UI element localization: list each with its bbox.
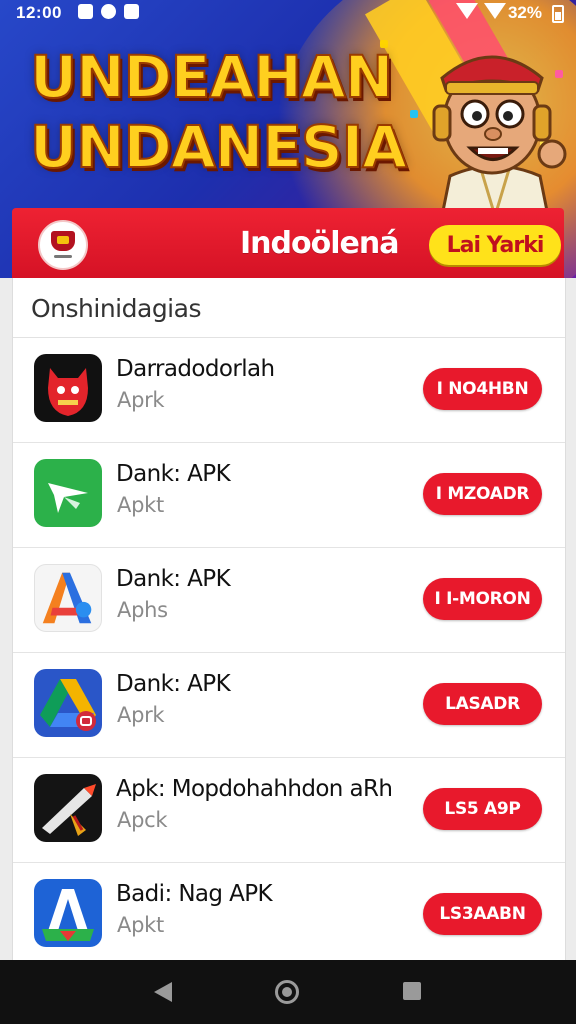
app-name: Dank: APK (116, 461, 231, 487)
list-item[interactable]: Badi: Nag APK Apkt LS3AABN (13, 863, 565, 968)
status-time: 12:00 (16, 3, 62, 22)
navigation-bar (0, 960, 576, 1024)
app-name: Dank: APK (116, 566, 231, 592)
battery-percent: 32% (507, 3, 542, 22)
status-bar: 12:00 32% (0, 0, 576, 26)
hero-title-line2: UNDANESIA (29, 112, 408, 182)
app-subtitle: Apck (117, 808, 168, 832)
hero-title: UNDEAHAN UNDANESIA (29, 42, 408, 182)
list-item[interactable]: Dank: APK Aprk LASADR (13, 653, 565, 758)
confetti-decoration (410, 110, 418, 118)
brand-logo-icon[interactable] (38, 220, 88, 270)
green-plane-app-icon (34, 459, 102, 527)
image-notification-icon (124, 4, 139, 19)
photo-notification-icon (78, 4, 93, 19)
app-list-card: Onshinidagias Darradodorlah Aprk I NO4HB… (12, 278, 566, 962)
back-icon[interactable] (154, 982, 172, 1002)
mascot-character-icon (432, 55, 567, 216)
signal-icon (484, 3, 506, 19)
download-button[interactable]: I MZOADR (423, 473, 542, 515)
app-name: Darradodorlah (116, 356, 275, 382)
red-devil-app-icon (34, 354, 102, 422)
brand-bar: Indoölená Lai Yarki (12, 208, 564, 278)
list-item[interactable]: Dank: APK Aphs I I-MORON (13, 548, 565, 653)
battery-icon (552, 5, 564, 23)
blue-a-frame-app-icon (34, 879, 102, 947)
list-item[interactable]: Dank: APK Apkt I MZOADR (13, 443, 565, 548)
app-subtitle: Apkt (117, 913, 164, 937)
app-name: Apk: Mopdohahhdon aRh (116, 776, 393, 802)
brand-name: Indoölená (240, 226, 399, 261)
alert-notification-icon (101, 4, 116, 19)
pen-tool-app-icon (34, 774, 102, 842)
colorful-a-app-icon (34, 564, 102, 632)
home-icon[interactable] (275, 980, 299, 1004)
app-subtitle: Aphs (117, 598, 168, 622)
recent-apps-icon[interactable] (403, 982, 421, 1000)
list-item[interactable]: Darradodorlah Aprk I NO4HBN (13, 338, 565, 443)
download-button[interactable]: I NO4HBN (423, 368, 542, 410)
list-item[interactable]: Apk: Mopdohahhdon aRh Apck LS5 A9P (13, 758, 565, 863)
wifi-icon (456, 3, 478, 19)
hero-title-line1: UNDEAHAN (29, 42, 394, 112)
download-button[interactable]: LS3AABN (423, 893, 542, 935)
download-button[interactable]: LS5 A9P (423, 788, 542, 830)
app-name: Badi: Nag APK (116, 881, 273, 907)
app-subtitle: Aprk (117, 388, 165, 412)
list-heading: Onshinidagias (13, 278, 565, 338)
download-button[interactable]: I I-MORON (423, 578, 542, 620)
download-button[interactable]: LASADR (423, 683, 542, 725)
app-name: Dank: APK (116, 671, 231, 697)
cta-button[interactable]: Lai Yarki (429, 225, 561, 265)
drive-triangle-app-icon (34, 669, 102, 737)
app-subtitle: Apkt (117, 493, 164, 517)
app-subtitle: Aprk (117, 703, 165, 727)
